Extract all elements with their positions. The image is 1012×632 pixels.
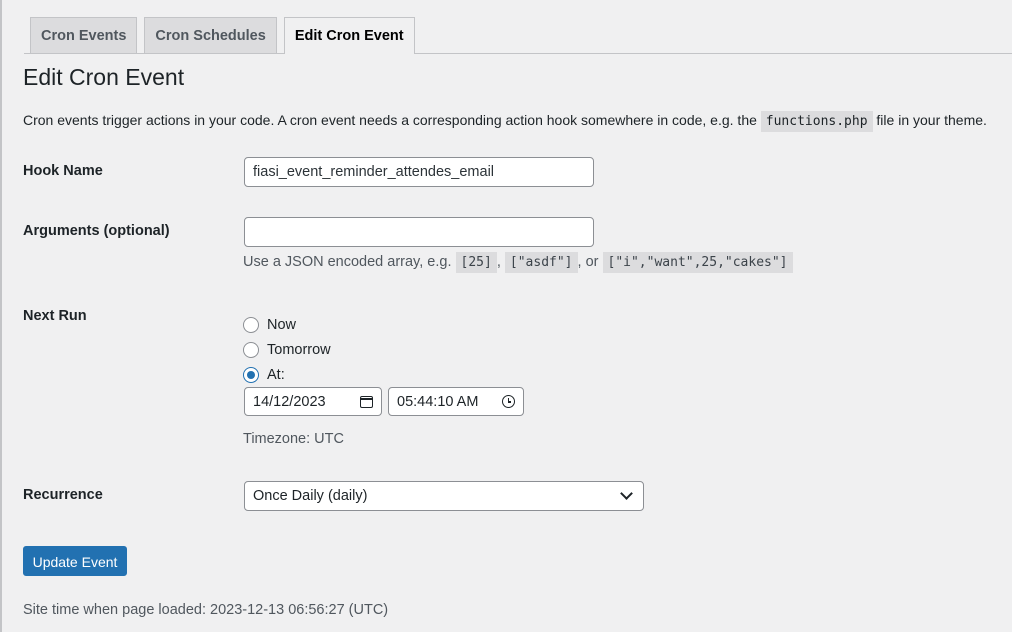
arguments-input[interactable] — [244, 217, 594, 247]
tab-cron-events[interactable]: Cron Events — [30, 17, 138, 54]
site-time-text: Site time when page loaded: 2023-12-13 0… — [23, 602, 389, 618]
radio-at[interactable]: At: — [243, 367, 285, 383]
radio-now-label: Now — [267, 317, 297, 333]
radio-at-label: At: — [267, 367, 285, 383]
intro-code: functions.php — [760, 111, 873, 132]
arguments-hint: Use a JSON encoded array, e.g. [25], ["a… — [243, 252, 793, 273]
radio-now[interactable]: Now — [243, 317, 296, 333]
timezone-text: Timezone: UTC — [243, 431, 344, 447]
recurrence-selected: Once Daily (daily) — [253, 488, 368, 504]
hint-sep-2: , or — [577, 254, 603, 270]
calendar-icon[interactable] — [360, 395, 373, 408]
update-event-button[interactable]: Update Event — [23, 546, 127, 576]
hint-sep-1: , — [496, 254, 505, 270]
next-run-label: Next Run — [23, 308, 87, 324]
intro-after: file in your theme. — [872, 112, 987, 128]
radio-at-button[interactable] — [243, 367, 259, 383]
hint-example-2: ["asdf"] — [504, 252, 578, 273]
tab-divider — [24, 53, 1012, 54]
radio-now-button[interactable] — [243, 317, 259, 333]
tab-cron-schedules[interactable]: Cron Schedules — [144, 17, 277, 54]
radio-tomorrow[interactable]: Tomorrow — [243, 342, 331, 358]
hint-example-1: [25] — [455, 252, 497, 273]
chevron-down-icon — [620, 487, 633, 500]
date-value: 14/12/2023 — [253, 393, 326, 410]
tab-edit-cron-event[interactable]: Edit Cron Event — [283, 17, 415, 54]
page-title: Edit Cron Event — [23, 64, 185, 90]
recurrence-select[interactable]: Once Daily (daily) — [244, 481, 644, 511]
hint-prefix: Use a JSON encoded array, e.g. — [243, 254, 456, 270]
radio-tomorrow-button[interactable] — [243, 342, 259, 358]
intro-before: Cron events trigger actions in your code… — [23, 112, 761, 128]
tab-bar: Cron Events Cron Schedules Edit Cron Eve… — [30, 17, 422, 54]
hook-name-label: Hook Name — [23, 163, 103, 179]
recurrence-label: Recurrence — [23, 487, 103, 503]
time-value: 05:44:10 AM — [397, 393, 479, 410]
date-input[interactable]: 14/12/2023 — [244, 387, 382, 416]
left-edge — [0, 0, 2, 632]
hook-name-input[interactable] — [244, 157, 594, 187]
hint-example-3: ["i","want",25,"cakes"] — [602, 252, 793, 273]
radio-tomorrow-label: Tomorrow — [267, 342, 331, 358]
time-input[interactable]: 05:44:10 AM — [388, 387, 524, 416]
arguments-label: Arguments (optional) — [23, 223, 170, 239]
intro-text: Cron events trigger actions in your code… — [23, 110, 987, 132]
clock-icon[interactable] — [502, 395, 515, 408]
